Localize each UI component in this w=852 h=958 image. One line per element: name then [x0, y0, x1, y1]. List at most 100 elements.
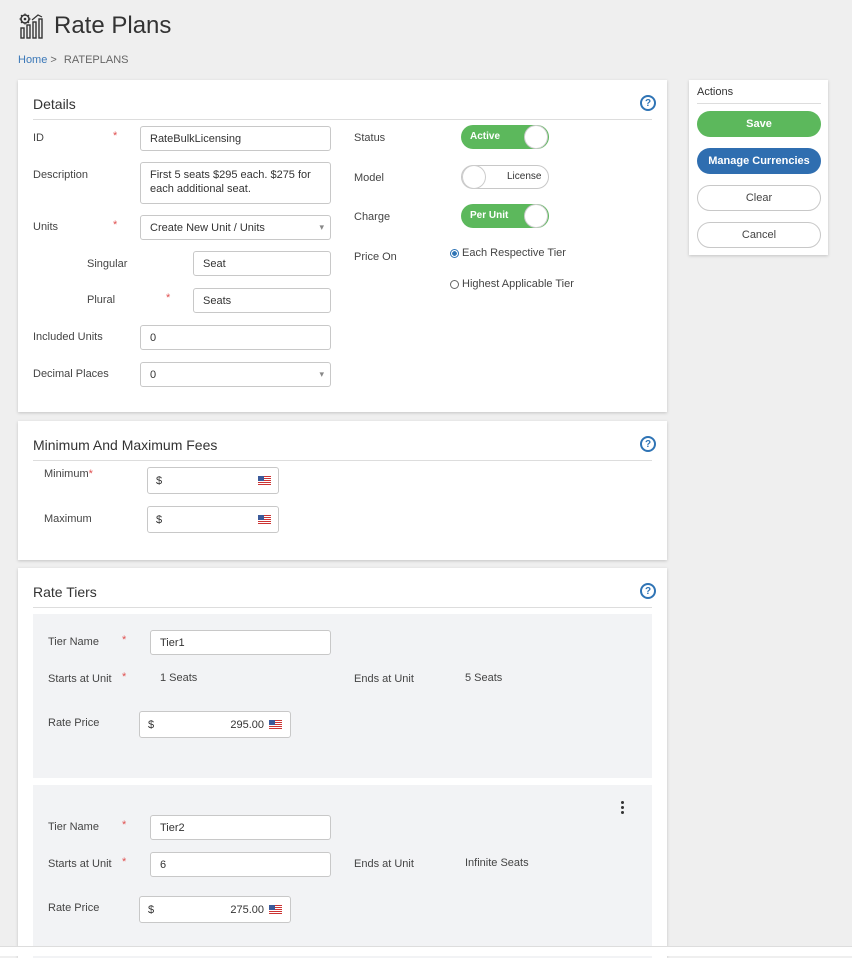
fees-title: Minimum And Maximum Fees	[33, 437, 218, 453]
included-units-label: Included Units	[33, 331, 103, 343]
charge-toggle-label: Per Unit	[470, 210, 509, 221]
units-value: Create New Unit / Units	[150, 221, 265, 234]
maximum-currency-symbol: $	[156, 514, 163, 526]
starts-at-label: Starts at Unit	[48, 858, 112, 870]
minimum-currency-symbol: $	[156, 475, 163, 487]
actions-title: Actions	[697, 86, 734, 98]
status-label: Status	[354, 132, 386, 144]
us-flag-icon[interactable]	[258, 515, 271, 524]
minimum-label: Minimum*	[44, 468, 93, 480]
tier-card: Tier Name * Tier2 Starts at Unit * 6 End…	[33, 785, 652, 958]
status-toggle[interactable]: Active	[461, 125, 549, 149]
question-circle-icon[interactable]: ?	[640, 95, 656, 111]
fees-divider	[33, 460, 652, 461]
starts-at-value: 6	[160, 858, 167, 871]
breadcrumb-current: RATEPLANS	[63, 54, 129, 66]
rate-price-field[interactable]: $ 275.00	[139, 896, 291, 923]
bottom-bar	[0, 946, 852, 956]
page-header: Rate Plans	[18, 12, 171, 40]
breadcrumb-separator: >	[50, 54, 57, 66]
included-units-value: 0	[150, 331, 157, 344]
tier-name-field[interactable]: Tier2	[150, 815, 331, 840]
description-value: First 5 seats $295 each. $275 for each a…	[150, 169, 311, 195]
model-label: Model	[354, 172, 384, 184]
clear-button[interactable]: Clear	[697, 185, 821, 211]
rate-tiers-divider	[33, 607, 652, 608]
plural-label: Plural	[87, 294, 116, 306]
radio-unselected-icon[interactable]	[450, 279, 459, 289]
tier-name-label: Tier Name	[48, 636, 99, 648]
rate-tiers-panel: Rate Tiers ? Tier Name * Tier1 Starts at…	[18, 568, 667, 958]
tier-name-label: Tier Name	[48, 821, 99, 833]
settings-chart-icon	[19, 13, 43, 39]
starts-at-field[interactable]: 6	[150, 852, 331, 877]
id-field[interactable]: RateBulkLicensing	[140, 126, 331, 151]
maximum-field[interactable]: $	[147, 506, 279, 533]
id-label: ID	[33, 132, 44, 144]
charge-toggle[interactable]: Per Unit	[461, 204, 549, 228]
breadcrumb-home-link[interactable]: Home	[18, 54, 47, 66]
decimal-places-label: Decimal Places	[33, 368, 109, 380]
question-circle-icon[interactable]: ?	[640, 583, 656, 599]
model-toggle-label: License	[507, 171, 542, 182]
ends-at-value: Infinite Seats	[465, 857, 529, 869]
cancel-button[interactable]: Cancel	[697, 222, 821, 248]
price-on-option-highest[interactable]: Highest Applicable Tier	[450, 278, 574, 290]
singular-field[interactable]: Seat	[193, 251, 331, 276]
starts-required-mark: *	[122, 856, 127, 868]
status-toggle-label: Active	[470, 131, 501, 142]
save-button[interactable]: Save	[697, 111, 821, 137]
maximum-label: Maximum	[44, 513, 92, 525]
ends-at-label: Ends at Unit	[354, 858, 414, 870]
tier-name-required-mark: *	[122, 634, 127, 646]
minimum-field[interactable]: $	[147, 467, 279, 494]
details-divider	[33, 119, 652, 120]
rate-price-label: Rate Price	[48, 717, 100, 729]
us-flag-icon[interactable]	[269, 720, 282, 729]
model-toggle-knob	[463, 166, 485, 188]
id-value: RateBulkLicensing	[150, 132, 242, 145]
tier-name-required-mark: *	[122, 819, 127, 831]
more-vertical-icon[interactable]	[621, 801, 625, 816]
singular-label: Singular	[87, 258, 128, 270]
breadcrumb: Home > RATEPLANS	[18, 54, 129, 66]
decimal-places-select[interactable]: 0	[140, 362, 331, 387]
starts-at-value: 1 Seats	[160, 672, 198, 684]
included-units-field[interactable]: 0	[140, 325, 331, 350]
page-title: Rate Plans	[54, 12, 172, 39]
starts-required-mark: *	[122, 671, 127, 683]
model-toggle[interactable]: License	[461, 165, 549, 189]
us-flag-icon[interactable]	[269, 905, 282, 914]
description-field[interactable]: First 5 seats $295 each. $275 for each a…	[140, 162, 331, 204]
charge-label: Charge	[354, 211, 391, 223]
description-label: Description	[33, 169, 89, 181]
question-circle-icon[interactable]: ?	[640, 436, 656, 452]
status-toggle-knob	[525, 126, 547, 148]
tier-name-value: Tier2	[160, 821, 185, 834]
price-on-option-each-label: Each Respective Tier	[462, 247, 566, 259]
id-required-mark: *	[113, 130, 118, 142]
plural-field[interactable]: Seats	[193, 288, 331, 313]
price-on-option-highest-label: Highest Applicable Tier	[462, 278, 574, 290]
us-flag-icon[interactable]	[258, 476, 271, 485]
tier-name-field[interactable]: Tier1	[150, 630, 331, 655]
ends-at-value: 5 Seats	[465, 672, 503, 684]
singular-value: Seat	[203, 257, 226, 270]
rate-price-label: Rate Price	[48, 902, 100, 914]
manage-currencies-button[interactable]: Manage Currencies	[697, 148, 821, 174]
price-on-label: Price On	[354, 251, 397, 263]
decimal-places-value: 0	[150, 368, 157, 381]
radio-selected-icon[interactable]	[450, 248, 459, 258]
price-on-option-each[interactable]: Each Respective Tier	[450, 247, 566, 259]
rate-price-currency-symbol: $	[148, 719, 155, 731]
rate-price-field[interactable]: $ 295.00	[139, 711, 291, 738]
rate-price-value: 275.00	[230, 904, 264, 916]
plural-value: Seats	[203, 294, 232, 307]
units-select[interactable]: Create New Unit / Units	[140, 215, 331, 240]
rate-price-value: 295.00	[230, 719, 264, 731]
details-title: Details	[33, 96, 76, 112]
charge-toggle-knob	[525, 205, 547, 227]
rate-tiers-title: Rate Tiers	[33, 584, 97, 600]
details-panel: Details ? ID * RateBulkLicensing Descrip…	[18, 80, 667, 412]
actions-panel: Actions Save Manage Currencies Clear Can…	[689, 80, 828, 255]
